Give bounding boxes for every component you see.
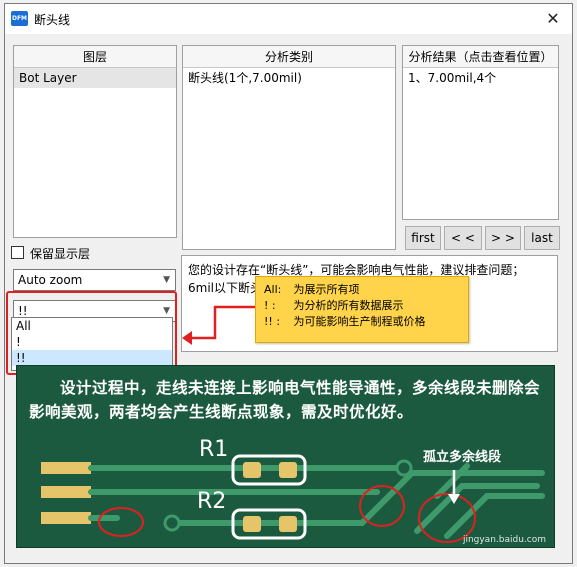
callout-row-single: ! : 为分析的所有数据展示 — [264, 298, 460, 314]
results-panel-header: 分析结果（点击查看位置） — [403, 46, 558, 68]
last-button[interactable]: last — [524, 226, 560, 250]
chevron-down-icon: ▼ — [163, 275, 170, 285]
next-button[interactable]: > > — [485, 226, 521, 250]
callout-text: 为分析的所有数据展示 — [293, 299, 404, 312]
category-item-broken-trace[interactable]: 断头线(1个,7.00mil) — [183, 68, 395, 88]
close-icon[interactable]: ✕ — [542, 8, 564, 30]
zoom-select-value: Auto zoom — [18, 273, 83, 287]
pcb-illustration: 设计过程中，走线未连接上影响电气性能导通性，多余线段未删除会影响美观，两者均会产… — [16, 365, 555, 548]
dfm-app-icon: DFM — [11, 11, 28, 26]
checkbox-box[interactable] — [11, 246, 24, 259]
via-1 — [395, 459, 413, 477]
pcb-drawing: R1 R2 孤立多余线段 — [41, 437, 545, 543]
callout-row-double: !! : 为可能影响生产制程或价格 — [264, 314, 460, 330]
r1-pad-a — [243, 462, 261, 478]
results-panel: 分析结果（点击查看位置） 1、7.00mil,4个 — [402, 45, 559, 220]
dropdown-highlight-box — [6, 291, 177, 375]
layers-panel: 图层 Bot Layer — [13, 45, 177, 238]
window-title: 断头线 — [34, 13, 71, 27]
callout-key: All: — [264, 283, 282, 296]
zoom-select[interactable]: Auto zoom ▼ — [13, 269, 176, 291]
callout-key: !! : — [264, 315, 281, 328]
keep-layer-label: 保留显示层 — [30, 247, 91, 261]
prev-button[interactable]: < < — [444, 226, 482, 250]
left-pad-2 — [41, 486, 91, 498]
layer-item-bot-layer[interactable]: Bot Layer — [14, 68, 176, 88]
label-isolated-segment: 孤立多余线段 — [423, 449, 501, 465]
r2-pad-b — [279, 516, 297, 532]
result-item-1[interactable]: 1、7.00mil,4个 — [403, 68, 558, 88]
r2-pad-a — [243, 516, 261, 532]
callout-key: ! : — [264, 299, 276, 312]
r1-pad-b — [279, 462, 297, 478]
title-bar: DFM 断头线 ✕ — [5, 4, 572, 34]
left-pad-3 — [41, 512, 91, 524]
baidu-watermark: jingyan.baidu.com — [462, 535, 546, 545]
callout-text: 为可能影响生产制程或价格 — [293, 315, 426, 328]
category-panel-header: 分析类别 — [183, 46, 395, 68]
label-r1: R1 — [199, 437, 228, 462]
callout-text: 为展示所有项 — [293, 283, 360, 296]
layers-panel-header: 图层 — [14, 46, 176, 68]
callout-row-all: All: 为展示所有项 — [264, 282, 460, 298]
left-pad-1 — [41, 462, 91, 474]
category-panel: 分析类别 断头线(1个,7.00mil) — [182, 45, 396, 250]
first-button[interactable]: first — [405, 226, 441, 250]
trace-7 — [444, 493, 545, 539]
legend-callout: All: 为展示所有项 ! : 为分析的所有数据展示 !! : 为可能影响生产制… — [255, 276, 469, 343]
broken-point-circle-1 — [98, 507, 144, 537]
label-r2: R2 — [197, 489, 226, 514]
via-2 — [163, 514, 181, 532]
